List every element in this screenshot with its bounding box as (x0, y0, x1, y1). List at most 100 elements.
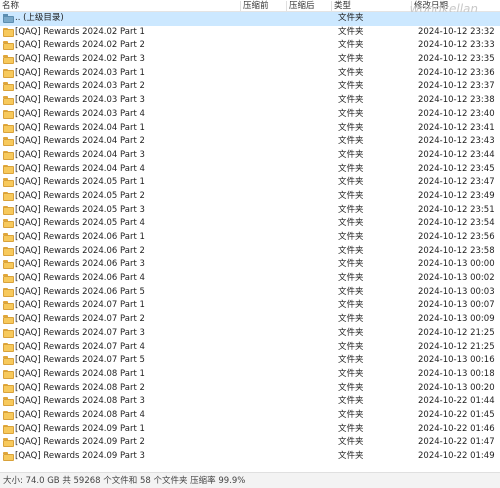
table-row[interactable]: [QAQ] Rewards 2024.06 Part 3 文件夹 2024-10-1… (0, 258, 500, 272)
table-row[interactable]: [QAQ] Rewards 2024.08 Part 1 文件夹 2024-10-1… (0, 368, 500, 382)
row-type: 文件夹 (338, 190, 364, 201)
row-modified-date: 2024-10-12 23:54 (418, 218, 495, 229)
row-name: [QAQ] Rewards 2024.06 Part 1 (15, 232, 145, 242)
row-type: 文件夹 (338, 314, 364, 325)
table-row[interactable]: [QAQ] Rewards 2024.04 Part 3 文件夹 2024-10-1… (0, 149, 500, 163)
row-type: 文件夹 (338, 67, 364, 78)
column-name-header[interactable]: 名称 (2, 0, 19, 12)
row-type: 文件夹 (338, 163, 364, 174)
column-divider[interactable] (286, 1, 287, 11)
table-row[interactable]: [QAQ] Rewards 2024.08 Part 4 文件夹 2024-10-2… (0, 409, 500, 423)
table-row[interactable]: [QAQ] Rewards 2024.03 Part 3 文件夹 2024-10-1… (0, 94, 500, 108)
folder-icon (3, 150, 14, 160)
row-modified-date: 2024-10-22 01:46 (418, 423, 495, 434)
row-name: [QAQ] Rewards 2024.02 Part 2 (15, 40, 145, 51)
row-type: 文件夹 (338, 355, 364, 366)
row-name: [QAQ] Rewards 2024.05 Part 3 (15, 204, 145, 215)
table-row[interactable]: [QAQ] Rewards 2024.03 Part 4 文件夹 2024-10-1… (0, 108, 500, 122)
row-type: 文件夹 (338, 40, 364, 51)
row-name: [QAQ] Rewards 2024.04 Part 2 (15, 136, 145, 147)
table-row[interactable]: [QAQ] Rewards 2024.07 Part 2 文件夹 2024-10-1… (0, 313, 500, 327)
row-name: [QAQ] Rewards 2024.09 Part 1 (15, 423, 145, 434)
row-modified-date: 2024-10-13 00:02 (418, 273, 495, 284)
table-row[interactable]: [QAQ] Rewards 2024.07 Part 5 文件夹 2024-10-1… (0, 354, 500, 368)
row-modified-date: 2024-10-12 21:25 (418, 341, 495, 352)
row-type: 文件夹 (338, 108, 364, 119)
row-modified-date: 2024-10-13 00:00 (418, 259, 495, 270)
row-type: 文件夹 (338, 218, 364, 229)
row-name: [QAQ] Rewards 2024.03 Part 1 (15, 67, 145, 78)
table-row[interactable]: [QAQ] Rewards 2024.04 Part 4 文件夹 2024-10-1… (0, 163, 500, 177)
column-header: 名称 压缩前 压缩后 类型 修改日期 wongkellan (0, 0, 500, 16)
row-type: 文件夹 (338, 409, 364, 420)
row-name: [QAQ] Rewards 2024.05 Part 2 (15, 190, 145, 201)
table-row[interactable]: [QAQ] Rewards 2024.04 Part 2 文件夹 2024-10-1… (0, 135, 500, 149)
folder-icon (3, 315, 14, 325)
row-modified-date: 2024-10-12 23:38 (418, 95, 495, 106)
row-modified-date: 2024-10-12 23:43 (418, 136, 495, 147)
row-name: [QAQ] Rewards 2024.05 Part 4 (15, 218, 145, 229)
folder-icon (3, 41, 14, 51)
row-modified-date: 2024-10-13 00:09 (418, 314, 495, 325)
row-modified-date: 2024-10-12 23:47 (418, 177, 495, 188)
row-modified-date: 2024-10-12 23:33 (418, 40, 495, 51)
column-type-header[interactable]: 类型 (334, 0, 351, 12)
row-modified-date: 2024-10-12 23:58 (418, 245, 495, 256)
row-name: [QAQ] Rewards 2024.02 Part 1 (15, 26, 145, 37)
folder-icon (3, 246, 14, 256)
row-type: 文件夹 (338, 327, 364, 338)
table-row[interactable]: [QAQ] Rewards 2024.07 Part 4 文件夹 2024-10-1… (0, 341, 500, 355)
folder-icon (3, 55, 14, 65)
row-type: 文件夹 (338, 423, 364, 434)
table-row[interactable]: [QAQ] Rewards 2024.05 Part 2 文件夹 2024-10-1… (0, 190, 500, 204)
column-packed-header[interactable]: 压缩前 (243, 0, 269, 12)
row-modified-date: 2024-10-13 00:07 (418, 300, 495, 311)
table-row[interactable]: [QAQ] Rewards 2024.07 Part 1 文件夹 2024-10-1… (0, 299, 500, 313)
folder-icon (3, 328, 14, 338)
row-type: 文件夹 (338, 341, 364, 352)
table-row[interactable]: [QAQ] Rewards 2024.07 Part 3 文件夹 2024-10-1… (0, 327, 500, 341)
table-row[interactable]: [QAQ] Rewards 2024.02 Part 2 文件夹 2024-10-1… (0, 39, 500, 53)
table-row[interactable]: [QAQ] Rewards 2024.09 Part 1 文件夹 2024-10-2… (0, 423, 500, 437)
folder-icon (3, 96, 14, 106)
row-modified-date: 2024-10-12 23:35 (418, 54, 495, 65)
row-name: [QAQ] Rewards 2024.06 Part 4 (15, 273, 145, 284)
table-row[interactable]: [QAQ] Rewards 2024.05 Part 4 文件夹 2024-10-1… (0, 217, 500, 231)
table-row[interactable]: [QAQ] Rewards 2024.06 Part 4 文件夹 2024-10-1… (0, 272, 500, 286)
table-row[interactable]: [QAQ] Rewards 2024.03 Part 2 文件夹 2024-10-1… (0, 80, 500, 94)
folder-up-icon (3, 14, 14, 23)
table-row[interactable]: [QAQ] Rewards 2024.02 Part 1 文件夹 2024-10-1… (0, 26, 500, 40)
row-modified-date: 2024-10-12 23:40 (418, 108, 495, 119)
table-row[interactable]: [QAQ] Rewards 2024.06 Part 5 文件夹 2024-10-1… (0, 286, 500, 300)
column-divider[interactable] (240, 1, 241, 11)
table-row[interactable]: [QAQ] Rewards 2024.02 Part 3 文件夹 2024-10-1… (0, 53, 500, 67)
table-row[interactable]: [QAQ] Rewards 2024.05 Part 1 文件夹 2024-10-1… (0, 176, 500, 190)
table-row[interactable]: [QAQ] Rewards 2024.09 Part 2 文件夹 2024-10-2… (0, 436, 500, 450)
folder-icon (3, 109, 14, 119)
row-modified-date: 2024-10-22 01:45 (418, 409, 495, 420)
table-row[interactable]: [QAQ] Rewards 2024.04 Part 1 文件夹 2024-10-1… (0, 122, 500, 136)
row-modified-date: 2024-10-13 00:20 (418, 382, 495, 393)
folder-icon (3, 342, 14, 352)
row-name: [QAQ] Rewards 2024.06 Part 5 (15, 286, 145, 297)
status-bar: 大小: 74.0 GB 共 59268 个文件和 58 个文件夹 压缩率 99.… (0, 472, 500, 488)
table-row[interactable]: [QAQ] Rewards 2024.03 Part 1 文件夹 2024-10-1… (0, 67, 500, 81)
table-row[interactable]: [QAQ] Rewards 2024.06 Part 1 文件夹 2024-10-1… (0, 231, 500, 245)
row-modified-date: 2024-10-12 23:37 (418, 81, 495, 92)
table-row[interactable]: [QAQ] Rewards 2024.05 Part 3 文件夹 2024-10-1… (0, 204, 500, 218)
table-row[interactable]: [QAQ] Rewards 2024.08 Part 3 文件夹 2024-10-2… (0, 395, 500, 409)
row-type: 文件夹 (338, 451, 364, 461)
row-name: [QAQ] Rewards 2024.07 Part 2 (15, 314, 145, 325)
table-row[interactable]: [QAQ] Rewards 2024.09 Part 3 文件夹 2024-10-2… (0, 450, 500, 464)
table-row[interactable]: [QAQ] Rewards 2024.06 Part 2 文件夹 2024-10-1… (0, 245, 500, 259)
folder-icon (3, 356, 14, 366)
column-divider[interactable] (331, 1, 332, 11)
parent-directory-row[interactable]: .. (上级目录) 文件夹 (0, 12, 500, 26)
folder-icon (3, 274, 14, 284)
column-compressed-header[interactable]: 压缩后 (289, 0, 315, 12)
row-type: 文件夹 (338, 149, 364, 160)
row-name: [QAQ] Rewards 2024.04 Part 1 (15, 122, 145, 133)
table-row[interactable]: [QAQ] Rewards 2024.08 Part 2 文件夹 2024-10-1… (0, 382, 500, 396)
row-modified-date: 2024-10-22 01:47 (418, 437, 495, 448)
row-type: 文件夹 (338, 286, 364, 297)
